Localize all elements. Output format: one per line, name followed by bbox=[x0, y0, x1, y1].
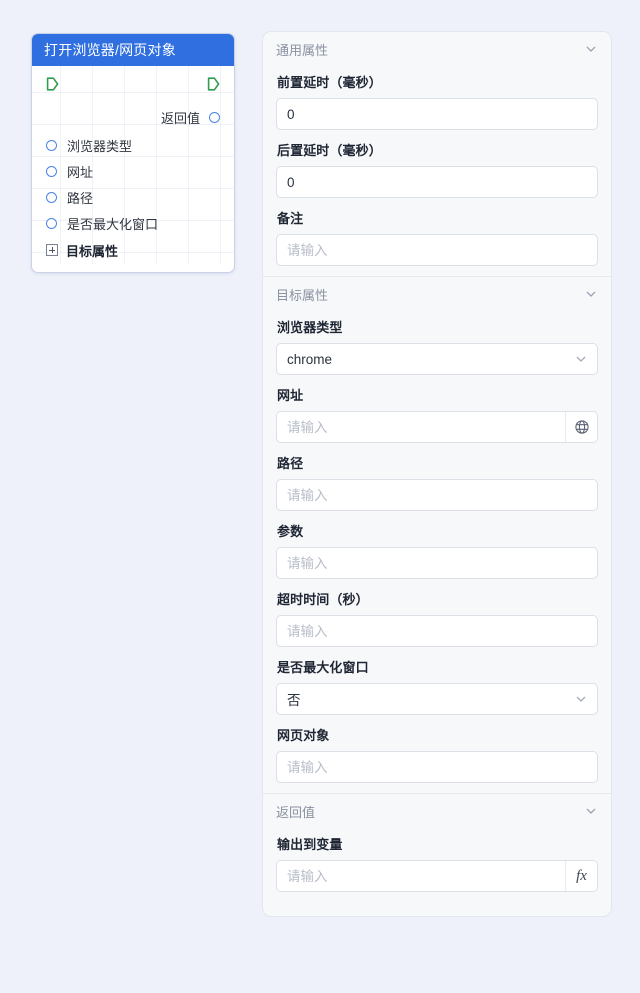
node-port-label: 路径 bbox=[67, 190, 94, 206]
flow-in-port-icon[interactable] bbox=[46, 77, 59, 91]
field-arguments: 参数 bbox=[263, 521, 611, 579]
field-label: 参数 bbox=[277, 524, 304, 539]
node-title: 打开浏览器/网页对象 bbox=[32, 34, 234, 66]
node-expand-label: 目标属性 bbox=[66, 243, 119, 259]
node-return-port-row: 返回值 bbox=[32, 102, 234, 132]
field-output-variable: 输出到变量 fx bbox=[263, 834, 611, 892]
field-label: 超时时间（秒） bbox=[277, 592, 369, 607]
url-input[interactable] bbox=[277, 412, 565, 442]
browser-type-select[interactable]: chrome bbox=[276, 343, 598, 375]
section-title: 通用属性 bbox=[276, 42, 329, 58]
field-label: 备注 bbox=[277, 211, 304, 226]
maximize-window-select[interactable]: 否 bbox=[276, 683, 598, 715]
pre-delay-input[interactable] bbox=[277, 99, 597, 129]
chevron-down-icon[interactable] bbox=[585, 805, 597, 817]
field-label: 网址 bbox=[277, 388, 304, 403]
section-title: 返回值 bbox=[276, 804, 316, 820]
field-label: 后置延时（毫秒） bbox=[277, 143, 382, 158]
chevron-down-icon[interactable] bbox=[585, 43, 597, 55]
node-port-label: 网址 bbox=[67, 164, 94, 180]
node-body: 返回值 浏览器类型 网址 路径 是否最大化窗口 目标属性 bbox=[32, 66, 234, 264]
post-delay-input[interactable] bbox=[277, 167, 597, 197]
input-wrapper[interactable] bbox=[276, 615, 598, 647]
timeout-input[interactable] bbox=[277, 616, 597, 646]
section-header-general[interactable]: 通用属性 bbox=[263, 32, 611, 66]
input-port-icon[interactable] bbox=[46, 165, 57, 177]
input-port-icon[interactable] bbox=[46, 191, 57, 203]
input-wrapper[interactable] bbox=[276, 547, 598, 579]
chevron-down-icon[interactable] bbox=[585, 288, 597, 300]
field-label: 路径 bbox=[277, 456, 304, 471]
node-flow-port-row bbox=[32, 66, 234, 102]
return-value-port-icon[interactable] bbox=[209, 111, 220, 123]
node-port-path[interactable]: 路径 bbox=[32, 184, 234, 210]
field-path: 路径 bbox=[263, 453, 611, 511]
field-label: 前置延时（毫秒） bbox=[277, 75, 382, 90]
field-browser-type: 浏览器类型 chrome bbox=[263, 317, 611, 375]
input-port-icon[interactable] bbox=[46, 139, 57, 151]
input-wrapper[interactable] bbox=[276, 479, 598, 511]
node-port-label: 浏览器类型 bbox=[67, 138, 133, 154]
input-wrapper[interactable] bbox=[276, 98, 598, 130]
plus-square-icon[interactable] bbox=[46, 244, 58, 256]
field-url: 网址 bbox=[263, 385, 611, 443]
field-web-object: 网页对象 bbox=[263, 725, 611, 783]
field-label: 输出到变量 bbox=[277, 837, 343, 852]
section-title: 目标属性 bbox=[276, 287, 329, 303]
node-return-label: 返回值 bbox=[160, 110, 200, 126]
properties-panel: 通用属性 前置延时（毫秒） 后置延时（毫秒） 备注 目标属性 bbox=[262, 31, 612, 917]
web-object-input[interactable] bbox=[277, 752, 597, 782]
input-port-icon[interactable] bbox=[46, 217, 57, 229]
input-wrapper[interactable] bbox=[276, 234, 598, 266]
input-wrapper[interactable] bbox=[276, 166, 598, 198]
input-wrapper[interactable] bbox=[276, 411, 598, 443]
node-port-label: 是否最大化窗口 bbox=[67, 216, 159, 232]
field-post-delay: 后置延时（毫秒） bbox=[263, 140, 611, 198]
select-value: chrome bbox=[287, 351, 333, 367]
field-pre-delay: 前置延时（毫秒） bbox=[263, 72, 611, 130]
chevron-down-icon[interactable] bbox=[575, 353, 587, 365]
output-variable-input[interactable] bbox=[277, 861, 565, 891]
fx-icon[interactable]: fx bbox=[565, 861, 597, 891]
section-header-return[interactable]: 返回值 bbox=[263, 793, 611, 828]
field-timeout: 超时时间（秒） bbox=[263, 589, 611, 647]
input-wrapper[interactable] bbox=[276, 751, 598, 783]
chevron-down-icon[interactable] bbox=[575, 693, 587, 705]
node-card-open-browser[interactable]: 打开浏览器/网页对象 返回值 浏览器类型 网址 路径 是否最大化窗口 目标属性 bbox=[31, 33, 235, 273]
node-port-maximize[interactable]: 是否最大化窗口 bbox=[32, 210, 234, 236]
field-label: 是否最大化窗口 bbox=[277, 660, 369, 675]
field-label: 浏览器类型 bbox=[277, 320, 343, 335]
globe-icon[interactable] bbox=[565, 412, 597, 442]
input-wrapper[interactable]: fx bbox=[276, 860, 598, 892]
arguments-input[interactable] bbox=[277, 548, 597, 578]
node-port-browser-type[interactable]: 浏览器类型 bbox=[32, 132, 234, 158]
remark-input[interactable] bbox=[277, 235, 597, 265]
section-header-target[interactable]: 目标属性 bbox=[263, 276, 611, 311]
select-value: 否 bbox=[287, 693, 301, 708]
node-expand-target-attributes[interactable]: 目标属性 bbox=[32, 236, 234, 264]
path-input[interactable] bbox=[277, 480, 597, 510]
node-port-url[interactable]: 网址 bbox=[32, 158, 234, 184]
field-maximize-window: 是否最大化窗口 否 bbox=[263, 657, 611, 715]
field-remark: 备注 bbox=[263, 208, 611, 266]
field-label: 网页对象 bbox=[277, 728, 330, 743]
flow-out-port-icon[interactable] bbox=[207, 77, 220, 91]
